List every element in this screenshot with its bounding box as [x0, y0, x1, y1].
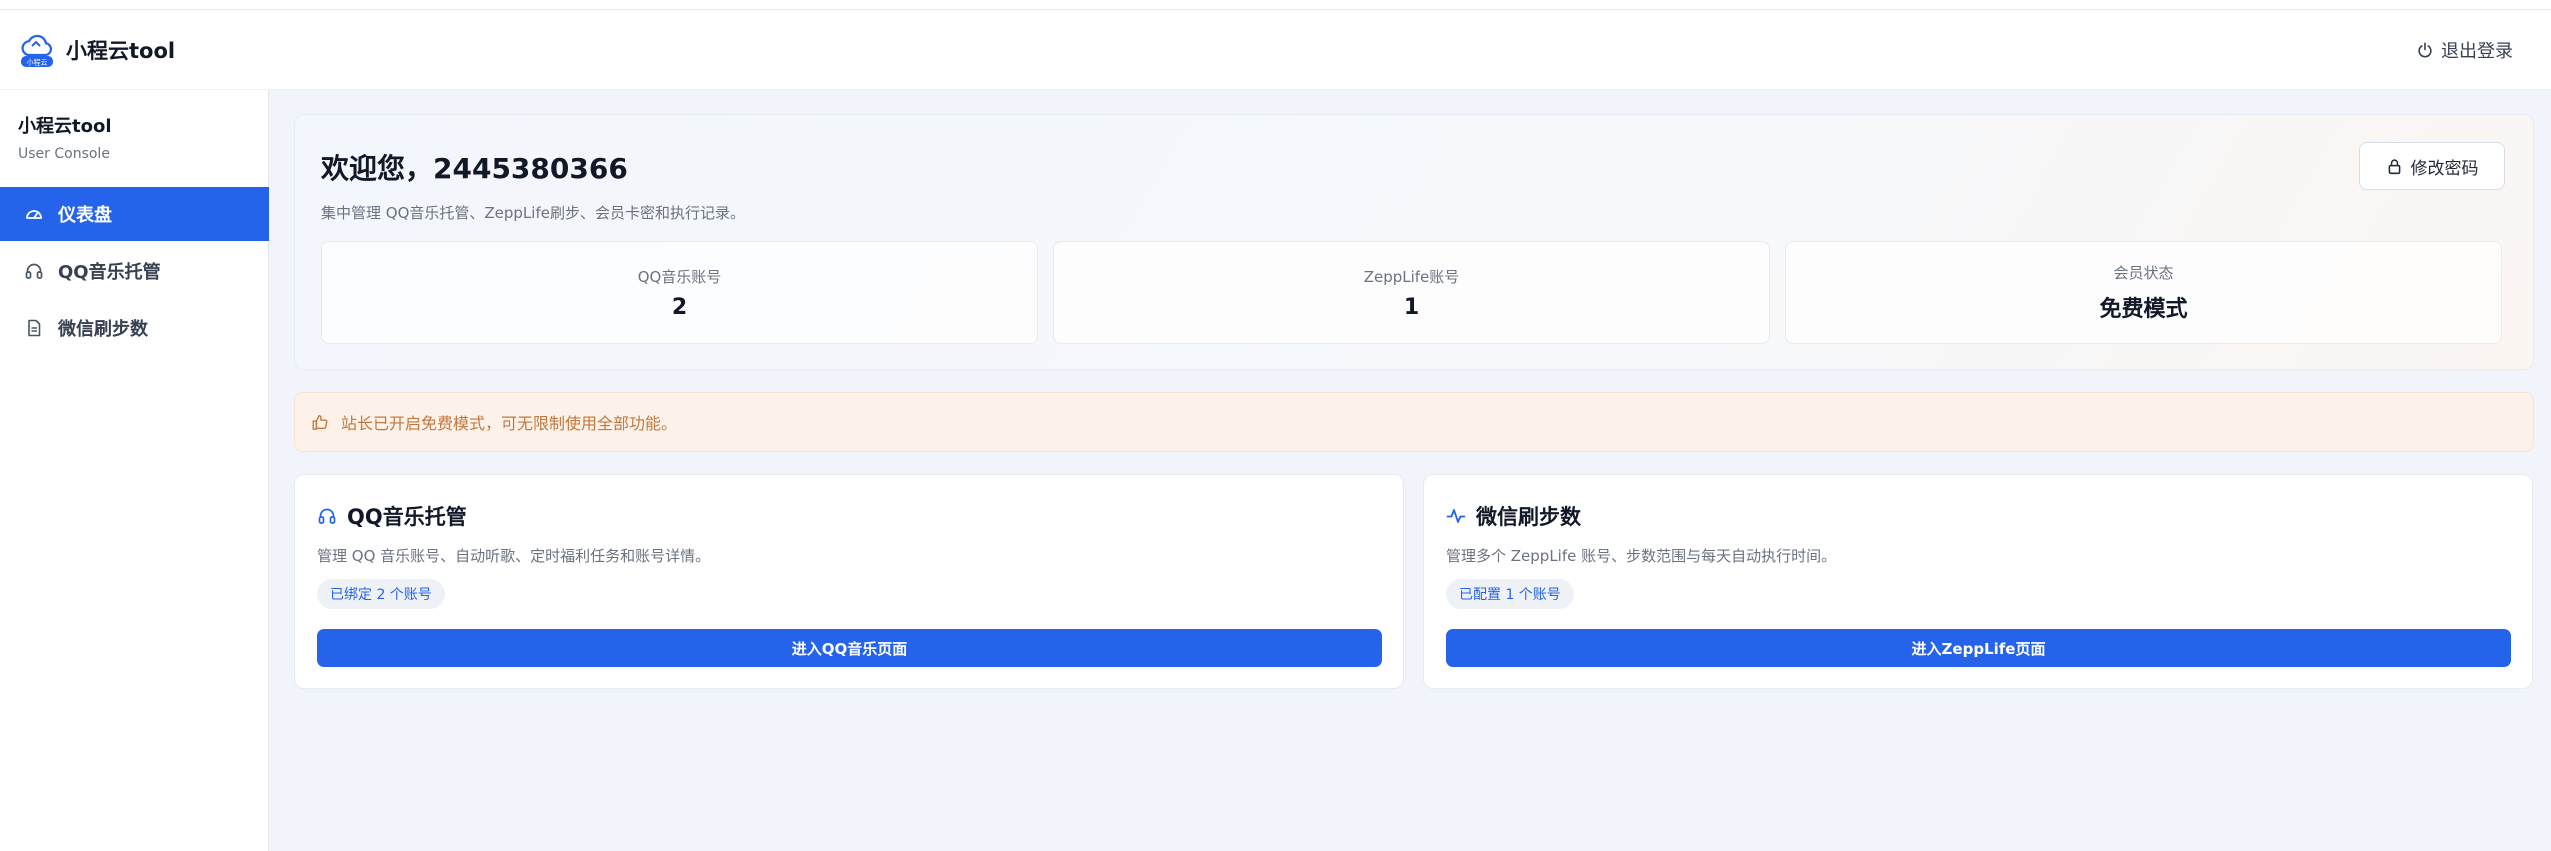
logout-label: 退出登录: [2441, 40, 2513, 62]
stat-value: 1: [1403, 294, 1420, 320]
power-icon: [2418, 41, 2432, 57]
activity-icon: [1446, 509, 1466, 523]
app-header: 小程云 小程云tool 退出登录: [0, 10, 2551, 90]
sidebar-item-label: 仪表盘: [58, 205, 112, 226]
svg-text:小程云: 小程云: [27, 57, 48, 66]
card-title: QQ音乐托管: [347, 505, 467, 529]
welcome-description: 集中管理 QQ音乐托管、ZeppLife刷步、会员卡密和执行记录。: [321, 204, 745, 222]
card-header: 微信刷步数: [1446, 501, 1581, 531]
stat-membership-status: 会员状态 免费模式: [1785, 241, 2502, 344]
stats-row: QQ音乐账号 2 ZeppLife账号 1 会员状态 免费模式: [321, 241, 2502, 344]
logout-button[interactable]: 退出登录: [2416, 37, 2533, 63]
qq-music-card: QQ音乐托管 管理 QQ 音乐账号、自动听歌、定时福利任务和账号详情。 已绑定 …: [294, 474, 1404, 689]
card-header: QQ音乐托管: [317, 501, 467, 531]
enter-qq-music-button[interactable]: 进入QQ音乐页面: [317, 629, 1382, 667]
sidebar-item-qq-music[interactable]: QQ音乐托管: [0, 244, 269, 298]
sidebar-item-label: QQ音乐托管: [58, 262, 161, 283]
feature-cards: QQ音乐托管 管理 QQ 音乐账号、自动听歌、定时福利任务和账号详情。 已绑定 …: [294, 474, 2533, 689]
sidebar-item-label: 微信刷步数: [58, 319, 148, 340]
thumbs-up-icon: [312, 415, 328, 430]
welcome-title: 欢迎您，2445380366: [321, 152, 628, 185]
lock-icon: [2388, 158, 2400, 174]
stat-value: 2: [671, 294, 688, 320]
welcome-card: 欢迎您，2445380366 集中管理 QQ音乐托管、ZeppLife刷步、会员…: [294, 114, 2534, 370]
card-title: 微信刷步数: [1476, 505, 1581, 529]
account-count-badge: 已配置 1 个账号: [1446, 579, 1574, 609]
change-password-button[interactable]: 修改密码: [2359, 142, 2505, 190]
stat-label: 会员状态: [2113, 264, 2174, 282]
document-icon: [28, 319, 41, 337]
sidebar-title: 小程云tool: [18, 116, 112, 137]
brand[interactable]: 小程云 小程云tool: [18, 31, 175, 69]
stat-label: QQ音乐账号: [637, 267, 722, 286]
card-description: 管理多个 ZeppLife 账号、步数范围与每天自动执行时间。: [1446, 547, 1837, 565]
stat-zepplife-accounts: ZeppLife账号 1: [1053, 241, 1770, 344]
stat-label: ZeppLife账号: [1363, 267, 1460, 286]
enter-zepplife-button[interactable]: 进入ZeppLife页面: [1446, 629, 2511, 667]
card-description: 管理 QQ 音乐账号、自动听歌、定时福利任务和账号详情。: [317, 547, 711, 565]
account-count-badge: 已绑定 2 个账号: [317, 579, 445, 609]
headphones-icon: [25, 263, 43, 279]
top-strip: [0, 0, 2551, 10]
free-mode-notice: 站长已开启免费模式，可无限制使用全部功能。: [294, 392, 2534, 452]
stat-value: 免费模式: [2099, 297, 2188, 322]
change-password-label: 修改密码: [2410, 158, 2479, 179]
sidebar-subtitle: User Console: [18, 146, 110, 162]
main-content: 欢迎您，2445380366 集中管理 QQ音乐托管、ZeppLife刷步、会员…: [269, 90, 2551, 851]
dashboard-icon: [26, 210, 42, 219]
notice-text: 站长已开启免费模式，可无限制使用全部功能。: [341, 414, 678, 433]
sidebar-item-dashboard[interactable]: 仪表盘: [0, 187, 269, 241]
sidebar: 小程云tool User Console 仪表盘 QQ音乐托管 微信刷步数: [0, 90, 269, 851]
brand-name: 小程云tool: [66, 38, 176, 63]
cloud-logo-icon: 小程云: [18, 31, 56, 69]
wechat-steps-card: 微信刷步数 管理多个 ZeppLife 账号、步数范围与每天自动执行时间。 已配…: [1423, 474, 2533, 689]
headphones-icon: [318, 508, 336, 524]
stat-qq-accounts: QQ音乐账号 2: [321, 241, 1038, 344]
sidebar-nav: 仪表盘 QQ音乐托管 微信刷步数: [0, 187, 269, 358]
sidebar-item-wechat-steps[interactable]: 微信刷步数: [0, 301, 269, 355]
